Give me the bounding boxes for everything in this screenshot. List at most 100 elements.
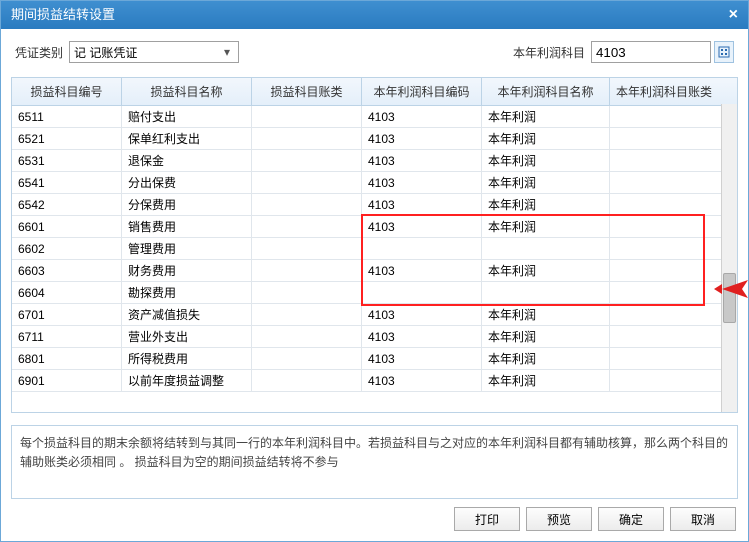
vertical-scrollbar[interactable] [721, 104, 737, 412]
cell-pacct[interactable] [610, 282, 718, 303]
cell-acct[interactable] [252, 216, 362, 237]
cell-acct[interactable] [252, 106, 362, 127]
cell-pname[interactable]: 本年利润 [482, 370, 610, 391]
cell-pname[interactable]: 本年利润 [482, 150, 610, 171]
cell-pcode[interactable]: 4103 [362, 326, 482, 347]
cell-name[interactable]: 所得税费用 [122, 348, 252, 369]
cell-pacct[interactable] [610, 260, 718, 281]
col-header-acct[interactable]: 损益科目账类 [252, 78, 362, 105]
cell-acct[interactable] [252, 150, 362, 171]
cell-pname[interactable]: 本年利润 [482, 260, 610, 281]
cell-pcode[interactable]: 4103 [362, 260, 482, 281]
table-row[interactable]: 6901以前年度损益调整 4103本年利润 [12, 370, 737, 392]
cell-code[interactable]: 6521 [12, 128, 122, 149]
cell-acct[interactable] [252, 128, 362, 149]
cell-pname[interactable]: 本年利润 [482, 216, 610, 237]
cell-pcode[interactable]: 4103 [362, 194, 482, 215]
col-header-pcode[interactable]: 本年利润科目编码 [362, 78, 482, 105]
voucher-type-select[interactable]: 记 记账凭证 ▾ [69, 41, 239, 63]
cell-code[interactable]: 6603 [12, 260, 122, 281]
cell-name[interactable]: 退保金 [122, 150, 252, 171]
cell-pname[interactable]: 本年利润 [482, 304, 610, 325]
cell-acct[interactable] [252, 282, 362, 303]
cell-acct[interactable] [252, 348, 362, 369]
cell-name[interactable]: 资产减值损失 [122, 304, 252, 325]
cell-code[interactable]: 6801 [12, 348, 122, 369]
preview-button[interactable]: 预览 [526, 507, 592, 531]
cell-code[interactable]: 6701 [12, 304, 122, 325]
table-row[interactable]: 6801所得税费用 4103本年利润 [12, 348, 737, 370]
cell-pacct[interactable] [610, 238, 718, 259]
cell-acct[interactable] [252, 326, 362, 347]
cell-pacct[interactable] [610, 150, 718, 171]
cell-code[interactable]: 6541 [12, 172, 122, 193]
ok-button[interactable]: 确定 [598, 507, 664, 531]
table-row[interactable]: 6601销售费用 4103本年利润 [12, 216, 737, 238]
cell-code[interactable]: 6602 [12, 238, 122, 259]
cancel-button[interactable]: 取消 [670, 507, 736, 531]
cell-pcode[interactable]: 4103 [362, 172, 482, 193]
cell-pacct[interactable] [610, 194, 718, 215]
cell-code[interactable]: 6711 [12, 326, 122, 347]
cell-pname[interactable]: 本年利润 [482, 348, 610, 369]
cell-acct[interactable] [252, 238, 362, 259]
cell-name[interactable]: 赔付支出 [122, 106, 252, 127]
col-header-name[interactable]: 损益科目名称 [122, 78, 252, 105]
cell-pacct[interactable] [610, 370, 718, 391]
cell-pcode[interactable]: 4103 [362, 304, 482, 325]
cell-pacct[interactable] [610, 304, 718, 325]
cell-name[interactable]: 分出保费 [122, 172, 252, 193]
subject-picker-button[interactable] [714, 41, 734, 63]
cell-pacct[interactable] [610, 128, 718, 149]
cell-name[interactable]: 销售费用 [122, 216, 252, 237]
cell-name[interactable]: 分保费用 [122, 194, 252, 215]
cell-acct[interactable] [252, 304, 362, 325]
profit-subject-input[interactable] [591, 41, 711, 63]
cell-pacct[interactable] [610, 172, 718, 193]
cell-pcode[interactable] [362, 282, 482, 303]
cell-pname[interactable]: 本年利润 [482, 326, 610, 347]
cell-pname[interactable]: 本年利润 [482, 106, 610, 127]
table-row[interactable]: 6521保单红利支出 4103本年利润 [12, 128, 737, 150]
cell-pname[interactable]: 本年利润 [482, 172, 610, 193]
cell-pacct[interactable] [610, 348, 718, 369]
cell-code[interactable]: 6511 [12, 106, 122, 127]
cell-name[interactable]: 营业外支出 [122, 326, 252, 347]
cell-pacct[interactable] [610, 106, 718, 127]
cell-name[interactable]: 保单红利支出 [122, 128, 252, 149]
cell-acct[interactable] [252, 370, 362, 391]
cell-pname[interactable]: 本年利润 [482, 194, 610, 215]
cell-acct[interactable] [252, 260, 362, 281]
cell-pname[interactable] [482, 282, 610, 303]
cell-name[interactable]: 勘探费用 [122, 282, 252, 303]
cell-acct[interactable] [252, 172, 362, 193]
col-header-code[interactable]: 损益科目编号 [12, 78, 122, 105]
cell-pcode[interactable]: 4103 [362, 216, 482, 237]
col-header-pname[interactable]: 本年利润科目名称 [482, 78, 610, 105]
table-row[interactable]: 6541分出保费 4103本年利润 [12, 172, 737, 194]
cell-code[interactable]: 6601 [12, 216, 122, 237]
table-row[interactable]: 6604勘探费用 [12, 282, 737, 304]
table-row[interactable]: 6602管理费用 [12, 238, 737, 260]
cell-pname[interactable] [482, 238, 610, 259]
cell-code[interactable]: 6604 [12, 282, 122, 303]
cell-pcode[interactable]: 4103 [362, 348, 482, 369]
table-row[interactable]: 6701资产减值损失 4103本年利润 [12, 304, 737, 326]
cell-pcode[interactable]: 4103 [362, 128, 482, 149]
table-row[interactable]: 6603财务费用 4103本年利润 [12, 260, 737, 282]
cell-pcode[interactable]: 4103 [362, 370, 482, 391]
col-header-pacct[interactable]: 本年利润科目账类 [610, 78, 718, 105]
table-row[interactable]: 6531退保金4103本年利润 [12, 150, 737, 172]
cell-name[interactable]: 财务费用 [122, 260, 252, 281]
cell-pacct[interactable] [610, 326, 718, 347]
cell-acct[interactable] [252, 194, 362, 215]
cell-name[interactable]: 以前年度损益调整 [122, 370, 252, 391]
cell-code[interactable]: 6901 [12, 370, 122, 391]
cell-pname[interactable]: 本年利润 [482, 128, 610, 149]
cell-pacct[interactable] [610, 216, 718, 237]
cell-name[interactable]: 管理费用 [122, 238, 252, 259]
table-row[interactable]: 6511赔付支出 4103本年利润 [12, 106, 737, 128]
cell-code[interactable]: 6542 [12, 194, 122, 215]
cell-pcode[interactable]: 4103 [362, 106, 482, 127]
table-row[interactable]: 6542分保费用 4103本年利润 [12, 194, 737, 216]
